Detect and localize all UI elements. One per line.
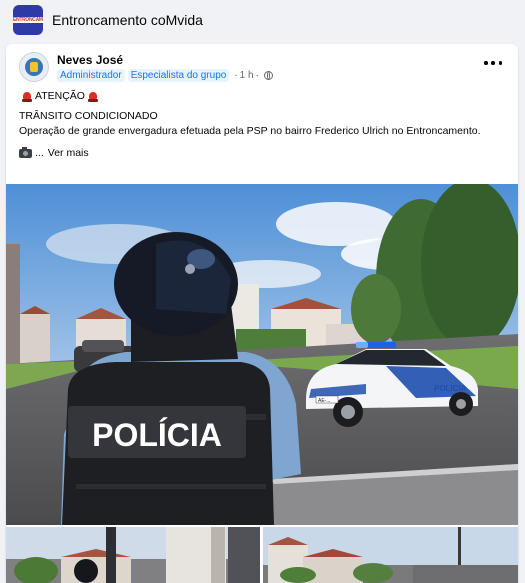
rotating-light-icon [87, 91, 98, 102]
attention-text: ATENÇÃO [35, 90, 85, 102]
post-body: Operação de grande envergadura efetuada … [19, 125, 481, 137]
ellipsis-icon-dot [491, 61, 495, 65]
attention-line: ATENÇÃO [19, 89, 509, 104]
ellipsis-icon-dot [498, 61, 502, 65]
police-car-plate: AE-... [318, 398, 331, 404]
meta-separator: · [234, 70, 238, 81]
post-time[interactable]: 1 h [240, 70, 254, 81]
post-main-photo[interactable]: POLICIA AE-... POLÍCIA [6, 184, 518, 525]
group-header: ENTRONCAMENTO Entroncamento coMvida [0, 0, 525, 42]
author-name[interactable]: Neves José [57, 53, 123, 67]
post-thumb-photo-right[interactable] [263, 527, 518, 583]
globe-icon [263, 71, 273, 80]
badge-group-expert[interactable]: Especialista do grupo [127, 69, 230, 82]
post-text: ATENÇÃO TRÂNSITO CONDICIONADO Operação d… [19, 89, 509, 161]
ellipsis-icon [484, 61, 488, 65]
author-avatar[interactable] [19, 52, 49, 82]
thumb-photo-right [263, 527, 518, 583]
group-logo-band: ENTRONCAMENTO [13, 17, 43, 23]
camera-icon [19, 147, 32, 158]
post-thumb-photo-left[interactable] [6, 527, 260, 583]
more-options-button[interactable] [484, 58, 502, 68]
post-meta: Administrador Especialista do grupo · 1 … [57, 69, 273, 82]
avatar-emblem-icon [25, 58, 43, 76]
vest-label: POLÍCIA [92, 417, 222, 453]
post-headline: TRÂNSITO CONDICIONADO [19, 110, 158, 122]
post-card: Neves José Administrador Especialista do… [6, 44, 518, 583]
see-more-label: Ver mais [47, 147, 89, 159]
meta-separator: · [255, 70, 259, 81]
rotating-light-icon [22, 91, 32, 102]
group-logo-text: ENTRONCAMENTO [13, 17, 43, 23]
group-name[interactable]: Entroncamento coMvida [52, 12, 203, 28]
see-more-dots: ... [35, 147, 44, 159]
see-more-link[interactable]: ... Ver mais [19, 146, 509, 161]
police-scene-photo: POLICIA AE-... POLÍCIA [6, 184, 518, 525]
group-logo[interactable]: ENTRONCAMENTO [13, 5, 43, 35]
thumb-photo-left [6, 527, 260, 583]
police-car-label: POLICIA [434, 384, 467, 393]
badge-admin[interactable]: Administrador [57, 69, 125, 82]
